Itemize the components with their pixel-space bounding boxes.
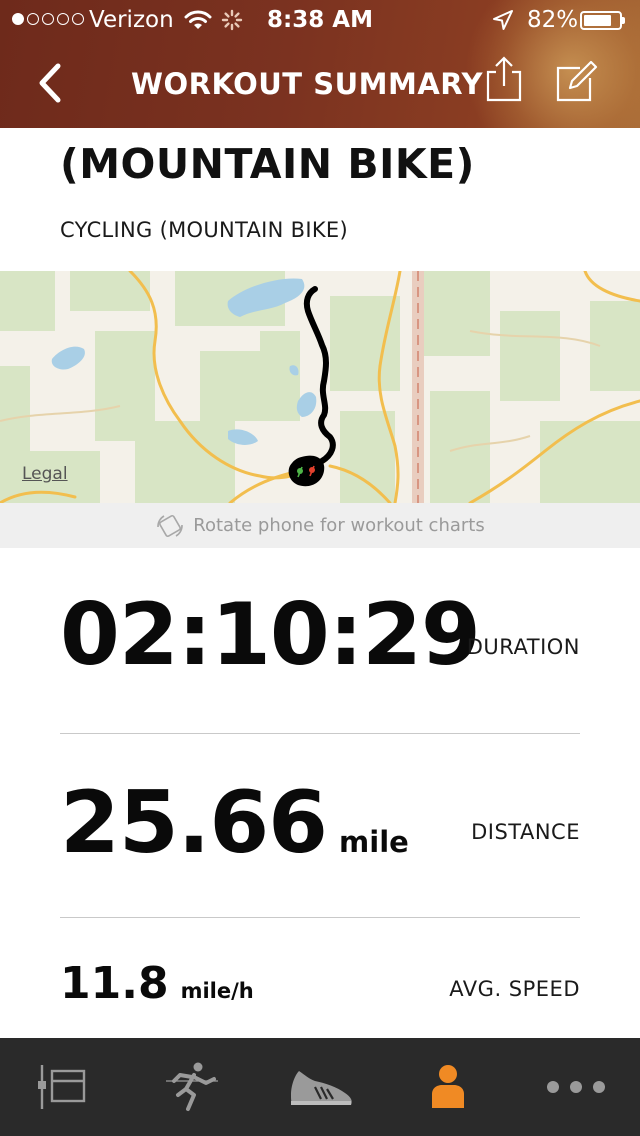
carrier-name: Verizon <box>89 7 174 33</box>
wifi-icon <box>184 10 212 29</box>
rotate-hint-banner: Rotate phone for workout charts <box>0 503 640 548</box>
avg-speed-label: AVG. SPEED <box>449 977 580 1001</box>
duration-value: 02:10:29 <box>60 585 481 685</box>
tab-profile[interactable] <box>384 1038 512 1136</box>
share-button[interactable] <box>482 54 526 104</box>
avg-speed-unit: mile/h <box>180 979 254 1003</box>
duration-label: DURATION <box>466 635 580 659</box>
stat-divider <box>60 733 580 734</box>
edit-button[interactable] <box>552 54 600 104</box>
shoe-icon <box>291 1071 352 1105</box>
avg-speed-stat: 11.8 mile/h AVG. SPEED <box>60 958 580 1018</box>
route-map[interactable]: Legal <box>0 271 640 503</box>
activity-spinner-icon <box>221 9 243 31</box>
tab-more[interactable] <box>512 1038 640 1136</box>
distance-unit: mile <box>339 825 409 859</box>
nav-bar: WORKOUT SUMMARY <box>0 40 640 128</box>
signal-strength-icon <box>12 13 84 25</box>
distance-stat: 25.66 mile DISTANCE <box>60 776 580 876</box>
map-canvas <box>0 271 640 503</box>
workout-type: CYCLING (MOUNTAIN BIKE) <box>60 218 348 242</box>
rotate-phone-icon <box>157 514 184 537</box>
distance-label: DISTANCE <box>471 820 580 844</box>
avg-speed-value-group: 11.8 mile/h <box>60 962 254 1006</box>
location-arrow-icon <box>493 10 513 30</box>
status-bar: Verizon 8:38 AM 82% <box>0 0 640 40</box>
battery-icon <box>580 11 625 30</box>
duration-stat: 02:10:29 DURATION <box>60 590 580 690</box>
workout-title: (MOUNTAIN BIKE) <box>60 140 475 188</box>
battery-percent: 82% <box>527 7 579 33</box>
rotate-hint-text: Rotate phone for workout charts <box>193 515 485 536</box>
more-icon <box>547 1081 605 1093</box>
distance-value: 25.66 <box>60 773 328 873</box>
workout-summary-screen: Verizon 8:38 AM 82% WORKOUT SUMMARY (MOU… <box>0 0 640 1136</box>
tab-gear[interactable] <box>256 1038 384 1136</box>
distance-value-group: 25.66 mile <box>60 780 409 866</box>
edit-icon <box>556 60 598 102</box>
feed-icon <box>38 1065 86 1109</box>
tab-feed[interactable] <box>0 1038 128 1136</box>
start-finish-marker-icon <box>288 455 325 487</box>
map-legal-link[interactable]: Legal <box>22 464 68 484</box>
header: Verizon 8:38 AM 82% WORKOUT SUMMARY <box>0 0 640 128</box>
runner-icon <box>166 1062 218 1111</box>
avg-speed-value: 11.8 <box>60 958 169 1009</box>
share-icon <box>486 56 522 102</box>
tab-bar <box>0 1038 640 1136</box>
tab-activity[interactable] <box>128 1038 256 1136</box>
stat-divider <box>60 917 580 918</box>
profile-icon <box>432 1065 464 1108</box>
